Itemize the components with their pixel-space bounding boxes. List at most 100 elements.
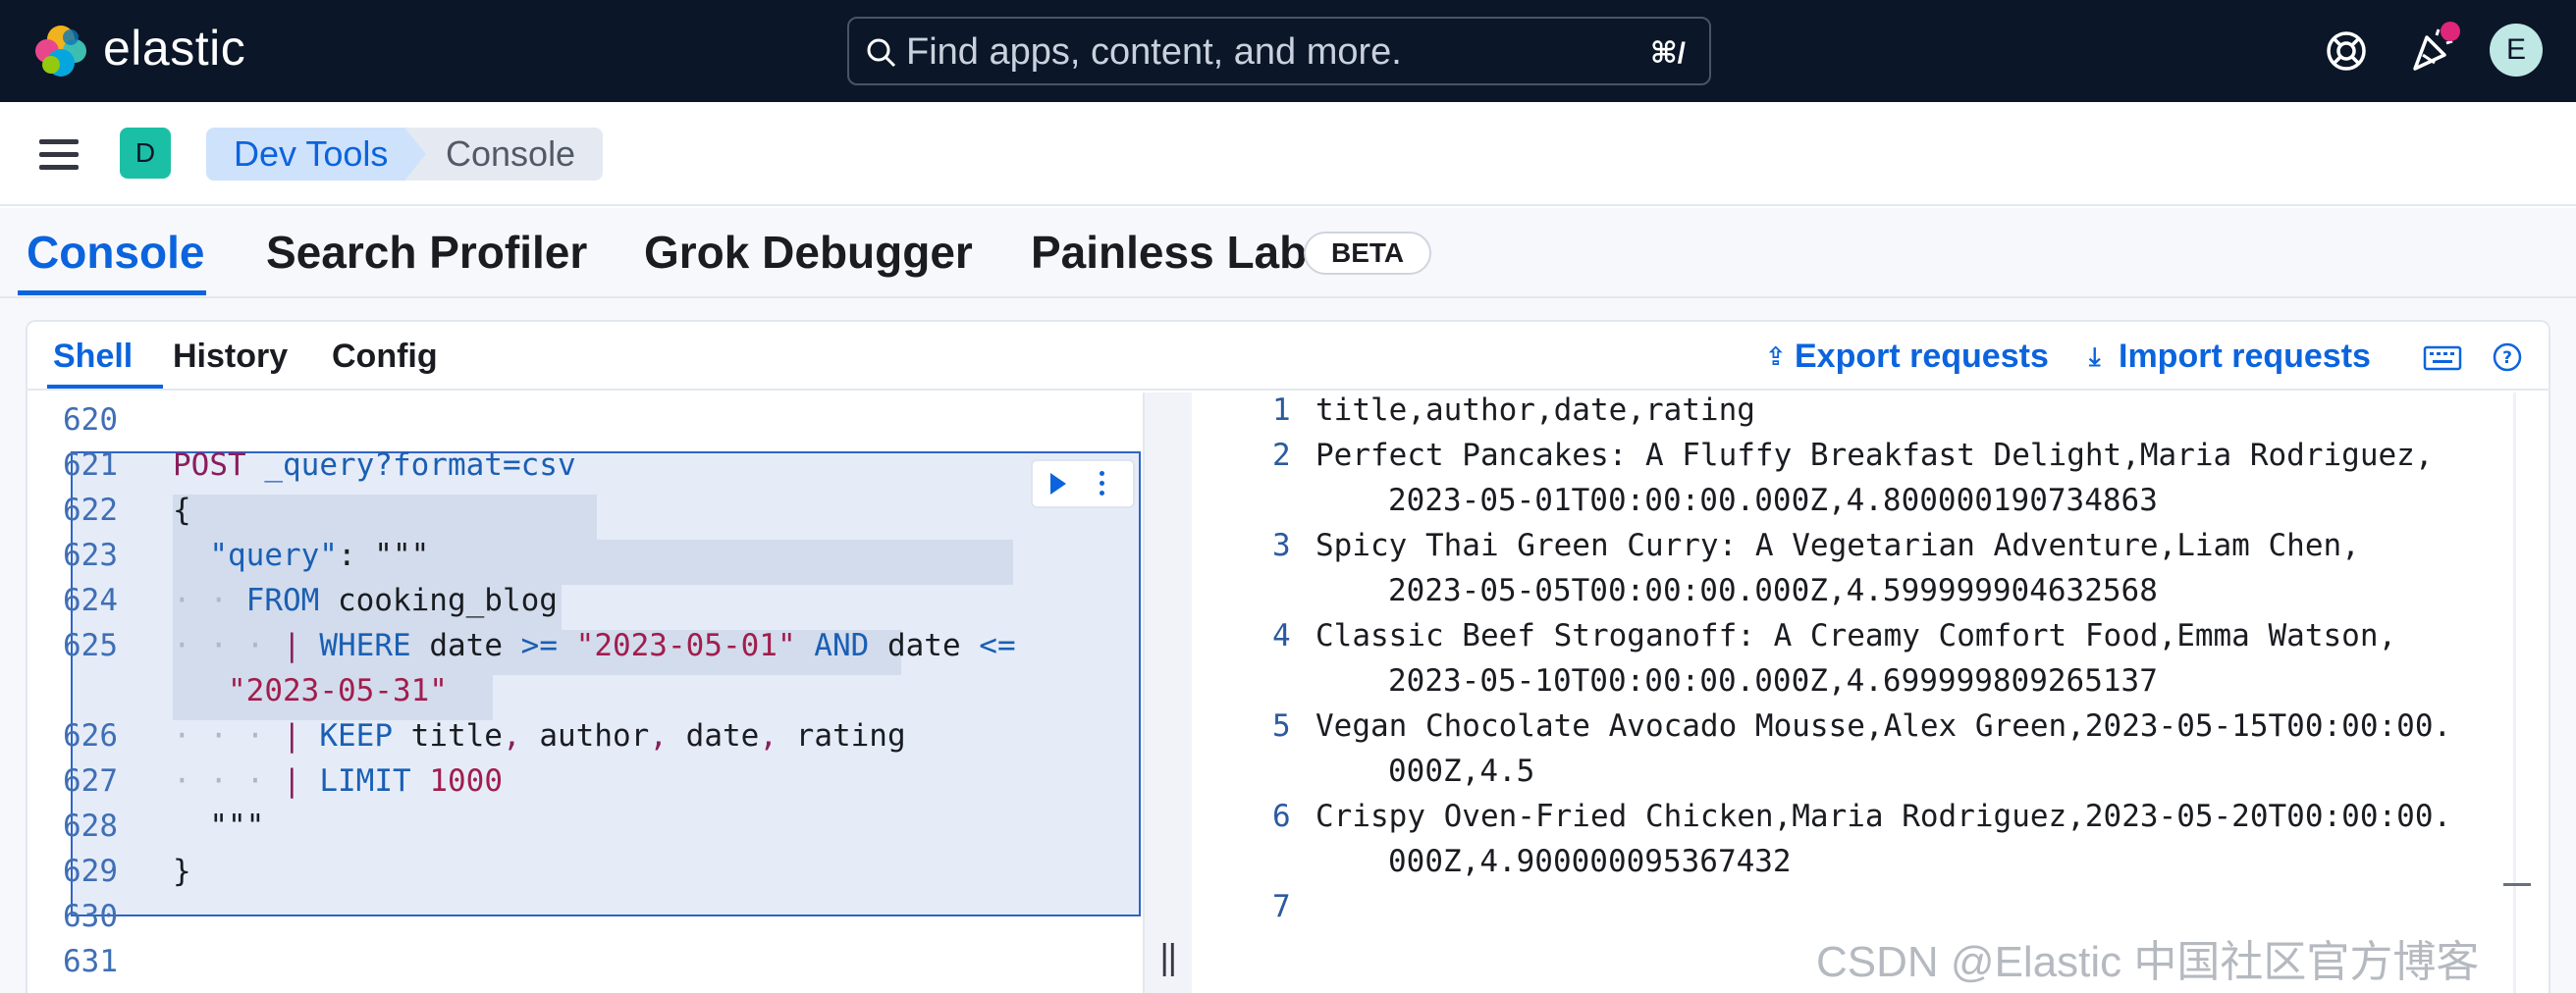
tab-search-profiler[interactable]: Search Profiler [266, 226, 587, 279]
notification-dot [2441, 22, 2460, 41]
esql-keyword: FROM [245, 583, 320, 618]
esql-field: date [886, 628, 961, 663]
line-number: 624 [63, 583, 118, 618]
help-lifebuoy-icon[interactable] [2323, 27, 2370, 75]
request-path: _query?format=csv [264, 447, 576, 483]
esql-operator: <= [979, 628, 1016, 663]
csv-row: Perfect Pancakes: A Fluffy Breakfast Del… [1315, 438, 2434, 473]
output-line-number: 3 [1272, 528, 1291, 563]
line-number: 629 [63, 854, 118, 889]
json-key: "query" [209, 538, 338, 573]
code-line: } [173, 854, 191, 889]
esql-pipe: | [282, 763, 301, 799]
code-line-wrap: "2023-05-31" [173, 673, 448, 708]
code-token: """ [209, 809, 265, 844]
output-line-number: 4 [1272, 618, 1291, 653]
export-requests-label: Export requests [1795, 338, 2049, 375]
esql-keyword: AND [814, 628, 870, 663]
csv-row: Classic Beef Stroganoff: A Creamy Comfor… [1315, 618, 2397, 653]
subtab-history[interactable]: History [173, 338, 288, 376]
space-avatar[interactable]: D [120, 128, 171, 179]
code-line: · · FROM cooking_blog [173, 583, 558, 618]
http-method: POST [173, 447, 246, 483]
output-line-number: 5 [1272, 708, 1291, 744]
tab-painless-lab[interactable]: Painless Lab [1031, 226, 1307, 279]
line-number: 626 [63, 718, 118, 754]
console-panel: Shell History Config ⇪ Export requests ⤓ I… [26, 320, 2550, 993]
code-line: POST _query?format=csv [173, 447, 576, 483]
keyboard-shortcuts-icon[interactable] [2423, 343, 2462, 373]
elastic-logo-icon[interactable] [31, 22, 90, 80]
esql-string: "2023-05-01" [575, 628, 796, 663]
tab-console[interactable]: Console [27, 226, 204, 279]
line-number: 622 [63, 493, 118, 528]
pane-resizer[interactable]: ‖ [1143, 392, 1192, 993]
code-line: "query": """ [173, 538, 429, 573]
output-line-number: 2 [1272, 438, 1291, 473]
csv-row-wrap: 2023-05-05T00:00:00.000Z,4.5999999046325… [1388, 573, 2158, 608]
watermark: CSDN @Elastic 中国社区官方博客 [1816, 938, 2480, 986]
csv-row: Crispy Oven-Fried Chicken,Maria Rodrigue… [1315, 799, 2452, 834]
request-actions [1031, 459, 1135, 508]
code-line: """ [173, 809, 264, 844]
line-number: 631 [63, 944, 118, 979]
code-line: · · · | WHERE date >= "2023-05-01" AND d… [173, 628, 1016, 663]
esql-number: 1000 [429, 763, 503, 799]
csv-row-wrap: 000Z,4.900000095367432 [1388, 844, 1792, 879]
esql-operator: >= [520, 628, 558, 663]
breadcrumb-separator [404, 128, 426, 181]
active-tab-indicator [18, 290, 206, 295]
export-requests-button[interactable]: ⇪ Export requests [1765, 338, 2049, 376]
console-subtabs: Shell History Config ⇪ Export requests ⤓ I… [27, 322, 2549, 391]
line-number: 625 [63, 628, 118, 663]
response-output[interactable]: 1 2 3 4 5 6 7 title,author,date,rating P… [1194, 392, 2549, 993]
active-subtab-indicator [47, 385, 163, 389]
code-token: : """ [337, 538, 430, 573]
import-requests-button[interactable]: ⤓ Import requests [2089, 338, 2371, 376]
csv-row: Spicy Thai Green Curry: A Vegetarian Adv… [1315, 528, 2360, 563]
indent-highlight [173, 495, 597, 540]
line-number: 630 [63, 899, 118, 934]
output-line-number: 7 [1272, 889, 1291, 924]
global-search-input[interactable]: Find apps, content, and more. ⌘/ [847, 17, 1711, 85]
hamburger-menu-icon[interactable] [39, 139, 79, 171]
search-icon [867, 38, 896, 68]
brand-name[interactable]: elastic [103, 20, 245, 77]
scroll-position-marker [2503, 883, 2531, 886]
output-line-number: 1 [1272, 392, 1291, 428]
csv-row-wrap: 2023-05-01T00:00:00.000Z,4.8000001907348… [1388, 483, 2158, 518]
search-placeholder: Find apps, content, and more. [906, 31, 1402, 73]
output-scrollbar[interactable] [2513, 392, 2516, 993]
subtab-config[interactable]: Config [332, 338, 438, 376]
csv-row-wrap: 000Z,4.5 [1388, 754, 1535, 789]
breadcrumb-dev-tools[interactable]: Dev Tools [206, 128, 414, 181]
line-number: 620 [63, 402, 118, 438]
subtab-shell[interactable]: Shell [53, 338, 133, 376]
esql-keyword: WHERE [319, 628, 411, 663]
tab-grok-debugger[interactable]: Grok Debugger [644, 226, 973, 279]
line-number: 621 [63, 447, 118, 483]
user-avatar[interactable]: E [2490, 24, 2543, 77]
tabs-divider [0, 296, 2576, 298]
search-shortcut: ⌘/ [1649, 37, 1686, 70]
esql-field: title [410, 718, 503, 754]
play-icon[interactable] [1050, 473, 1066, 495]
code-line: { [173, 493, 191, 528]
csv-row: title,author,date,rating [1315, 392, 1755, 428]
download-icon: ⤓ [2089, 341, 2101, 371]
esql-field: author [539, 718, 650, 754]
esql-field: date [685, 718, 760, 754]
svg-text:?: ? [2502, 348, 2512, 368]
esql-keyword: LIMIT [319, 763, 411, 799]
import-requests-label: Import requests [2119, 338, 2371, 375]
code-line: · · · | KEEP title, author, date, rating [173, 718, 906, 754]
request-editor[interactable]: 620 621 622 623 624 625 626 627 628 629 … [27, 392, 1141, 993]
code-line: · · · | LIMIT 1000 [173, 763, 503, 799]
drag-handle-icon[interactable]: ‖ [1158, 938, 1178, 977]
output-line-number: 6 [1272, 799, 1291, 834]
more-options-icon[interactable] [1100, 471, 1105, 500]
beta-badge: BETA [1304, 232, 1432, 275]
breadcrumb-bar: D Dev Tools Console [0, 102, 2576, 206]
esql-string: "2023-05-31" [228, 673, 448, 708]
help-question-icon[interactable]: ? [2492, 341, 2523, 373]
